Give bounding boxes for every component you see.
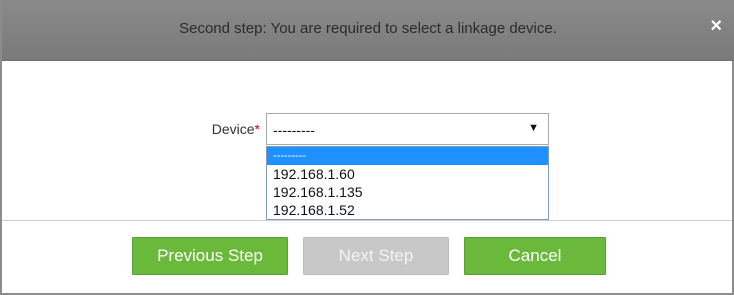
- previous-step-button[interactable]: Previous Step: [132, 237, 288, 275]
- device-options-list: --------- 192.168.1.60 192.168.1.135 192…: [266, 146, 549, 220]
- dialog-titlebar: Second step: You are required to select …: [2, 0, 734, 61]
- device-label: Device*: [182, 121, 260, 137]
- device-option[interactable]: ---------: [267, 147, 548, 165]
- required-marker: *: [254, 121, 260, 137]
- device-select[interactable]: --------- ▼: [266, 113, 549, 145]
- footer-divider: [2, 220, 732, 221]
- cancel-button[interactable]: Cancel: [464, 237, 606, 275]
- device-select-value: ---------: [273, 122, 315, 138]
- device-option[interactable]: 192.168.1.52: [267, 201, 548, 219]
- close-icon[interactable]: ×: [710, 16, 722, 36]
- dialog-title: Second step: You are required to select …: [179, 20, 557, 37]
- next-step-button[interactable]: Next Step: [303, 237, 449, 275]
- device-label-text: Device: [211, 121, 255, 137]
- linkage-device-dialog: Second step: You are required to select …: [0, 0, 734, 295]
- device-option[interactable]: 192.168.1.135: [267, 183, 548, 201]
- device-option[interactable]: 192.168.1.60: [267, 165, 548, 183]
- chevron-down-icon[interactable]: ▼: [528, 122, 539, 134]
